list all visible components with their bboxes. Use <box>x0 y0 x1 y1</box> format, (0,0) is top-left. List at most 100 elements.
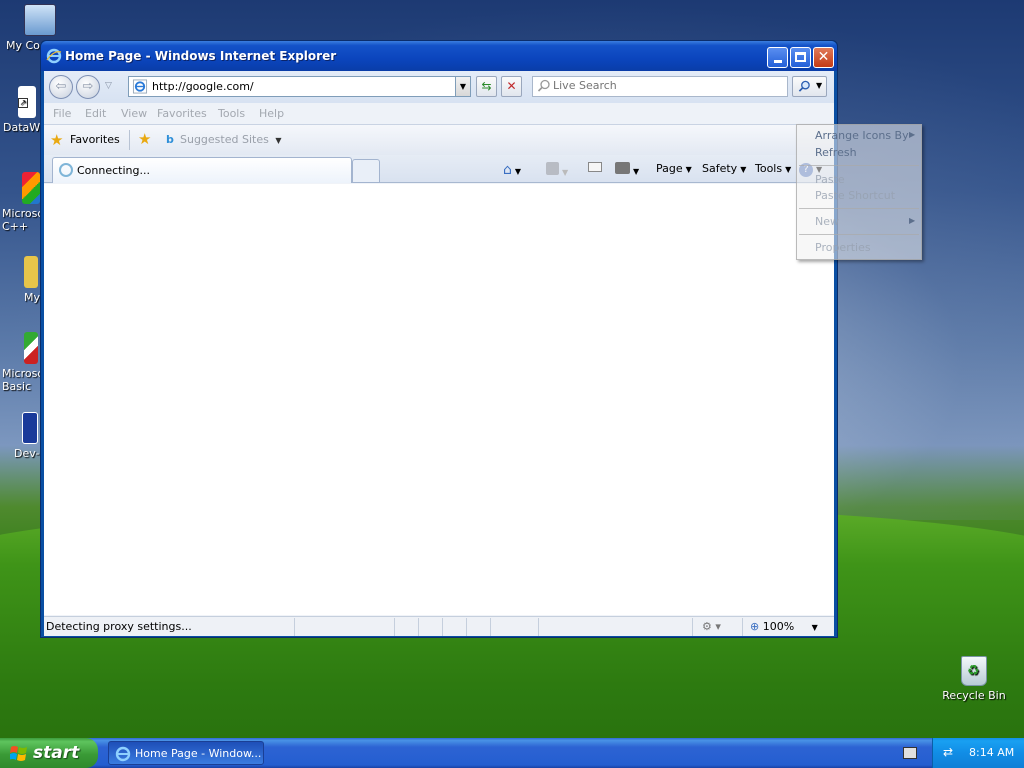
start-button[interactable]: start <box>0 738 98 768</box>
desktop-icon-recycle-bin[interactable]: ♻ Recycle Bin <box>936 656 1012 702</box>
rss-feed-icon <box>546 162 559 175</box>
internet-explorer-icon <box>46 48 62 64</box>
page-content[interactable] <box>44 184 834 615</box>
zoom-control[interactable]: ⊕ 100% ▼ <box>750 620 818 633</box>
maximize-button[interactable] <box>790 47 811 68</box>
context-separator <box>799 208 919 209</box>
favorites-separator <box>129 130 130 150</box>
menu-edit[interactable]: Edit <box>85 107 106 120</box>
feeds-button[interactable]: ▼ <box>546 162 568 178</box>
datawa-icon: ↗ <box>18 86 36 118</box>
minimize-button[interactable] <box>767 47 788 68</box>
menu-tools[interactable]: Tools <box>218 107 245 120</box>
tab-row: Connecting... ⌂ ▼ ▼ ▼ Page ▼ Safety ▼ To… <box>44 155 834 183</box>
address-field[interactable]: http://google.com/ <box>128 76 470 97</box>
bing-icon: b <box>166 133 174 146</box>
address-dropdown-button[interactable]: ▼ <box>455 76 471 97</box>
favorites-bar: ★ Favorites ★ b Suggested Sites ▼ <box>44 125 834 155</box>
close-button[interactable]: ✕ <box>813 47 834 68</box>
back-button[interactable]: ⇦ <box>49 75 73 99</box>
taskbar-item-label: Home Page - Window... <box>135 747 262 760</box>
desktop[interactable]: My Com ↗ DataWa Microso C++ My Microso B… <box>0 0 1024 738</box>
tab-current[interactable]: Connecting... <box>52 157 352 183</box>
menu-file[interactable]: File <box>53 107 71 120</box>
chevron-down-icon: ▼ <box>633 167 640 176</box>
page-menu-label: Page <box>656 162 683 175</box>
context-item-refresh[interactable]: Refresh <box>815 146 857 159</box>
context-item-properties[interactable]: Properties <box>815 241 871 254</box>
desktop-context-menu: Arrange Icons By ▶ Refresh Paste Paste S… <box>796 124 922 260</box>
status-panel <box>692 618 693 636</box>
status-panel <box>490 618 491 636</box>
chevron-down-icon: ▼ <box>740 165 747 174</box>
page-menu-button[interactable]: Page ▼ <box>656 162 692 175</box>
zoom-magnifier-icon: ⊕ <box>750 620 760 633</box>
refresh-button[interactable]: ⇆ <box>476 76 497 97</box>
stop-button[interactable]: ✕ <box>501 76 522 97</box>
search-icon <box>798 80 810 92</box>
favorites-button[interactable]: ★ Favorites <box>50 130 120 150</box>
zoom-level: 100% <box>762 620 795 633</box>
safety-menu-button[interactable]: Safety ▼ <box>702 162 746 175</box>
recent-pages-chevron-icon[interactable]: ▽ <box>105 81 112 91</box>
menu-help[interactable]: Help <box>259 107 284 120</box>
tools-menu-button[interactable]: Tools ▼ <box>755 162 791 175</box>
print-button[interactable]: ▼ <box>615 162 639 177</box>
forward-arrow-icon: ⇨ <box>82 79 94 94</box>
chevron-down-icon: ▼ <box>685 165 692 174</box>
home-button[interactable]: ⌂ ▼ <box>503 162 521 178</box>
status-text: Detecting proxy settings... <box>46 620 192 633</box>
network-icon[interactable]: ⇄ <box>943 745 959 761</box>
context-item-new[interactable]: New <box>815 215 839 228</box>
printer-icon <box>615 162 630 174</box>
close-icon: ✕ <box>817 49 830 65</box>
visual-cpp-icon <box>22 172 40 204</box>
user-folder-icon <box>24 256 38 288</box>
keyboard-language-icon[interactable] <box>903 747 917 759</box>
windows-logo-icon <box>10 746 27 761</box>
recycle-bin-icon: ♻ <box>961 656 987 686</box>
menu-view[interactable]: View <box>121 107 147 120</box>
desktop-icon-label: Microso Basic <box>2 367 45 393</box>
chevron-down-icon: ▼ <box>811 623 818 632</box>
suggested-sites-button[interactable]: b Suggested Sites ▼ <box>164 130 281 150</box>
recycle-bin-label: Recycle Bin <box>942 689 1006 702</box>
back-arrow-icon: ⇦ <box>55 79 67 94</box>
chevron-down-icon: ▼ <box>459 82 467 91</box>
context-separator <box>799 165 919 166</box>
status-panel <box>394 618 395 636</box>
search-box[interactable] <box>532 76 788 97</box>
status-panel <box>294 618 295 636</box>
ie-client-area: ⇦ ⇨ ▽ http://google.com/ ▼ ⇆ ✕ Live Sear… <box>44 71 834 636</box>
ie-window[interactable]: Home Page - Windows Internet Explorer ✕ … <box>40 40 838 638</box>
clock[interactable]: 8:14 AM <box>969 746 1014 759</box>
security-zone-icon[interactable]: ⚙ ▾ <box>702 620 721 633</box>
context-separator <box>799 234 919 235</box>
forward-button[interactable]: ⇨ <box>76 75 100 99</box>
submenu-arrow-icon: ▶ <box>909 130 916 139</box>
dev-cpp-icon <box>22 412 38 444</box>
add-to-favorites-icon[interactable]: ★ <box>138 130 151 148</box>
menu-bar: File Edit View Favorites Tools Help <box>44 103 834 125</box>
refresh-icon: ⇆ <box>481 79 492 93</box>
status-panel <box>418 618 419 636</box>
system-tray: ⇄ 8:14 AM <box>932 738 1024 768</box>
context-item-paste-shortcut[interactable]: Paste Shortcut <box>815 189 895 202</box>
search-go-button[interactable]: ▼ <box>792 76 827 97</box>
chevron-down-icon: ▼ <box>514 167 522 176</box>
search-input[interactable] <box>553 79 783 92</box>
context-item-paste[interactable]: Paste <box>815 173 845 186</box>
favorites-label: Favorites <box>70 133 120 146</box>
menu-favorites[interactable]: Favorites <box>157 107 207 120</box>
read-mail-button[interactable] <box>588 162 602 175</box>
chevron-down-icon: ▼ <box>275 136 282 145</box>
status-panel <box>442 618 443 636</box>
magnifier-icon <box>537 79 550 92</box>
titlebar[interactable]: Home Page - Windows Internet Explorer ✕ <box>41 41 837 71</box>
star-icon: ★ <box>50 131 64 149</box>
status-panel <box>466 618 467 636</box>
context-item-arrange-icons[interactable]: Arrange Icons By <box>815 129 909 142</box>
taskbar-item-ie[interactable]: Home Page - Window... <box>108 741 264 765</box>
new-tab-button[interactable] <box>352 159 380 183</box>
safety-menu-label: Safety <box>702 162 738 175</box>
